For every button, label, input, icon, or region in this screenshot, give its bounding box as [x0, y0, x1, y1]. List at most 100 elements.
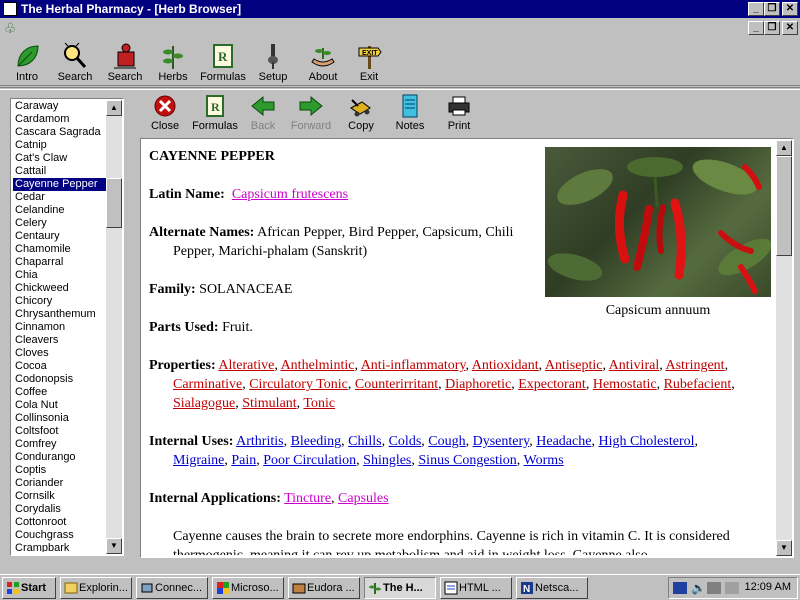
task-button[interactable]: N Netsca...	[516, 577, 588, 599]
use-link[interactable]: Chills	[348, 434, 381, 449]
detail-scroll-thumb[interactable]	[776, 156, 792, 256]
formulas-button[interactable]: R Formulas	[198, 42, 248, 83]
list-item[interactable]: Catnip	[13, 139, 107, 152]
formulas-sub-button[interactable]: R Formulas	[188, 94, 242, 132]
list-item[interactable]: Comfrey	[13, 438, 107, 451]
use-link[interactable]: Migraine	[173, 453, 224, 468]
property-link[interactable]: Diaphoretic	[445, 377, 511, 392]
task-button[interactable]: HTML ...	[440, 577, 512, 599]
maximize-button[interactable]: ❐	[764, 2, 780, 16]
list-item[interactable]: Cardamom	[13, 113, 107, 126]
property-link[interactable]: Stimulant	[242, 396, 296, 411]
list-item[interactable]: Coffee	[13, 386, 107, 399]
property-link[interactable]: Sialagogue	[173, 396, 235, 411]
list-item[interactable]: Cleavers	[13, 334, 107, 347]
exit-button[interactable]: EXIT Exit	[344, 42, 394, 83]
sprig-icon[interactable]: ♧	[4, 20, 17, 37]
property-link[interactable]: Anti-inflammatory	[361, 358, 466, 373]
child-restore-button[interactable]: ❐	[764, 21, 780, 35]
use-link[interactable]: Pain	[231, 453, 256, 468]
herb-list-scrollbar[interactable]: ▲ ▼	[106, 100, 122, 554]
list-item[interactable]: Chaparral	[13, 256, 107, 269]
property-link[interactable]: Circulatory Tonic	[249, 377, 348, 392]
list-item[interactable]: Collinsonia	[13, 412, 107, 425]
detail-scroll-down-icon[interactable]: ▼	[776, 540, 792, 556]
scroll-up-arrow-icon[interactable]: ▲	[106, 100, 122, 116]
property-link[interactable]: Astringent	[665, 358, 724, 373]
task-button-active[interactable]: The H...	[364, 577, 436, 599]
minimize-button[interactable]: _	[748, 2, 764, 16]
property-link[interactable]: Anthelmintic	[281, 358, 355, 373]
close-window-button[interactable]: ✕	[782, 2, 798, 16]
property-link[interactable]: Rubefacient	[664, 377, 732, 392]
property-link[interactable]: Expectorant	[518, 377, 586, 392]
intro-button[interactable]: Intro	[2, 42, 52, 83]
herb-list[interactable]: Caraway Cardamom Cascara Sagrada Catnip …	[10, 98, 124, 556]
list-item[interactable]: Couchgrass	[13, 529, 107, 542]
list-item[interactable]: Chrysanthemum	[13, 308, 107, 321]
property-link[interactable]: Hemostatic	[593, 377, 657, 392]
about-button[interactable]: About	[298, 42, 348, 83]
search-figure-button[interactable]: Search	[100, 42, 150, 83]
use-link[interactable]: Headache	[536, 434, 591, 449]
list-item[interactable]: Cat's Claw	[13, 152, 107, 165]
task-button[interactable]: Eudora ...	[288, 577, 360, 599]
property-link[interactable]: Counterirritant	[355, 377, 438, 392]
list-item[interactable]: Cloves	[13, 347, 107, 360]
latin-name-link[interactable]: Capsicum frutescens	[232, 187, 348, 202]
list-item[interactable]: Cola Nut	[13, 399, 107, 412]
child-minimize-button[interactable]: _	[748, 21, 764, 35]
list-item[interactable]: Crampbark	[13, 542, 107, 552]
list-item-selected[interactable]: Cayenne Pepper	[13, 178, 107, 191]
list-item[interactable]: Cedar	[13, 191, 107, 204]
forward-button[interactable]: Forward	[284, 94, 338, 132]
list-item[interactable]: Chickweed	[13, 282, 107, 295]
scroll-down-arrow-icon[interactable]: ▼	[106, 538, 122, 554]
list-item[interactable]: Centaury	[13, 230, 107, 243]
herbs-button[interactable]: Herbs	[148, 42, 198, 83]
list-item[interactable]: Celery	[13, 217, 107, 230]
use-link[interactable]: Cough	[428, 434, 465, 449]
monitor-tray-icon[interactable]	[725, 582, 739, 594]
search-button[interactable]: Search	[50, 42, 100, 83]
clock[interactable]: 12:09 AM	[745, 581, 791, 593]
application-link[interactable]: Tincture	[284, 491, 331, 506]
list-item[interactable]: Caraway	[13, 100, 107, 113]
list-item[interactable]: Celandine	[13, 204, 107, 217]
use-link[interactable]: Bleeding	[291, 434, 342, 449]
use-link[interactable]: Poor Circulation	[263, 453, 356, 468]
property-link[interactable]: Antioxidant	[472, 358, 539, 373]
list-item[interactable]: Chamomile	[13, 243, 107, 256]
app-icon[interactable]	[3, 2, 17, 16]
list-item[interactable]: Condurango	[13, 451, 107, 464]
speaker-icon[interactable]: 🔈	[691, 581, 706, 595]
use-link[interactable]: Worms	[524, 453, 564, 468]
list-item[interactable]: Cornsilk	[13, 490, 107, 503]
list-item[interactable]: Coltsfoot	[13, 425, 107, 438]
task-button[interactable]: Microso...	[212, 577, 284, 599]
network-icon[interactable]	[673, 582, 687, 594]
detail-scroll-up-icon[interactable]: ▲	[776, 140, 792, 156]
property-link[interactable]: Alterative	[218, 358, 274, 373]
task-button[interactable]: Connec...	[136, 577, 208, 599]
detail-scrollbar[interactable]: ▲ ▼	[776, 140, 792, 556]
property-link[interactable]: Antiseptic	[545, 358, 603, 373]
printer-tray-icon[interactable]	[707, 582, 721, 594]
list-item[interactable]: Cocoa	[13, 360, 107, 373]
list-item[interactable]: Cascara Sagrada	[13, 126, 107, 139]
property-link[interactable]: Antiviral	[609, 358, 660, 373]
use-link[interactable]: Shingles	[363, 453, 411, 468]
use-link[interactable]: High Cholesterol	[598, 434, 694, 449]
notes-button[interactable]: Notes	[383, 94, 437, 132]
list-item[interactable]: Codonopsis	[13, 373, 107, 386]
copy-button[interactable]: Copy	[334, 94, 388, 132]
scroll-thumb[interactable]	[106, 178, 122, 228]
list-item[interactable]: Chia	[13, 269, 107, 282]
property-link[interactable]: Tonic	[303, 396, 335, 411]
use-link[interactable]: Arthritis	[236, 434, 283, 449]
use-link[interactable]: Colds	[389, 434, 422, 449]
list-item[interactable]: Cattail	[13, 165, 107, 178]
list-item[interactable]: Coriander	[13, 477, 107, 490]
list-item[interactable]: Cinnamon	[13, 321, 107, 334]
use-link[interactable]: Dysentery	[473, 434, 530, 449]
